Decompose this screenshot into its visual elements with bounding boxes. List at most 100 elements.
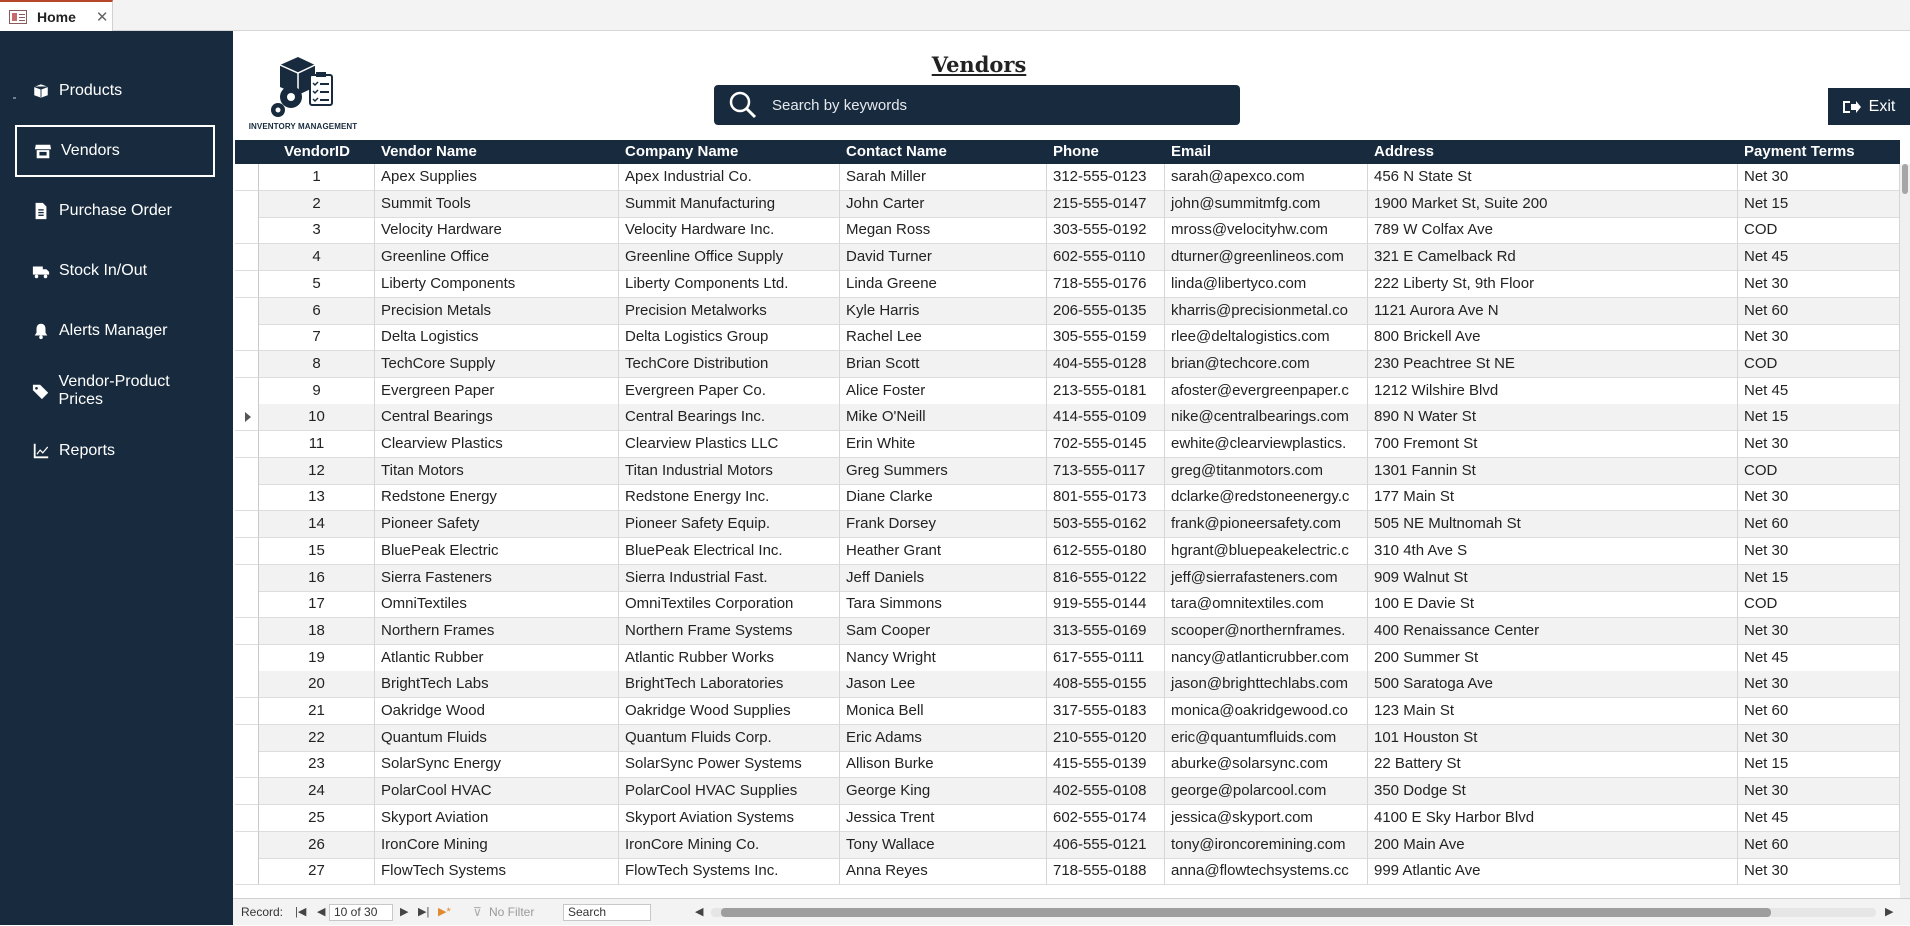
- cell-company-name[interactable]: Apex Industrial Co.: [619, 164, 840, 191]
- cell-email[interactable]: tony@ironcoremining.com: [1165, 831, 1368, 859]
- table-row[interactable]: 17 OmniTextiles OmniTextiles Corporation Ta…: [235, 591, 1900, 619]
- record-selector[interactable]: [235, 404, 259, 432]
- record-selector[interactable]: [235, 484, 259, 512]
- cell-contact-name[interactable]: Erin White: [840, 431, 1047, 458]
- cell-contact-name[interactable]: Mike O'Neill: [840, 404, 1047, 432]
- table-row[interactable]: 25 Skyport Aviation Skyport Aviation Syste…: [235, 804, 1900, 832]
- cell-email[interactable]: anna@flowtechsystems.cc: [1165, 858, 1368, 886]
- cell-vendor-id[interactable]: 4: [259, 244, 375, 272]
- cell-vendor-name[interactable]: FlowTech Systems: [375, 858, 619, 886]
- filter-icon[interactable]: ⊽: [473, 899, 482, 926]
- cell-vendor-id[interactable]: 3: [259, 217, 375, 245]
- cell-vendor-id[interactable]: 27: [259, 858, 375, 886]
- cell-email[interactable]: brian@techcore.com: [1165, 350, 1368, 378]
- cell-email[interactable]: jason@brighttechlabs.com: [1165, 671, 1368, 699]
- cell-company-name[interactable]: Liberty Components Ltd.: [619, 270, 840, 298]
- record-selector[interactable]: [235, 190, 259, 218]
- tab-home[interactable]: Home ✕: [0, 0, 113, 31]
- cell-contact-name[interactable]: Allison Burke: [840, 751, 1047, 779]
- cell-vendor-name[interactable]: Quantum Fluids: [375, 724, 619, 752]
- cell-address[interactable]: 1212 Wilshire Blvd: [1368, 377, 1738, 405]
- cell-contact-name[interactable]: Jason Lee: [840, 671, 1047, 699]
- cell-company-name[interactable]: Skyport Aviation Systems: [619, 804, 840, 832]
- cell-phone[interactable]: 702-555-0145: [1047, 431, 1165, 458]
- cell-vendor-id[interactable]: 21: [259, 698, 375, 725]
- column-header-company-name[interactable]: Company Name: [619, 140, 840, 164]
- cell-vendor-name[interactable]: Greenline Office: [375, 244, 619, 272]
- cell-address[interactable]: 101 Houston St: [1368, 724, 1738, 752]
- cell-address[interactable]: 456 N State St: [1368, 164, 1738, 191]
- cell-payment-terms[interactable]: Net 30: [1738, 671, 1900, 699]
- cell-contact-name[interactable]: George King: [840, 778, 1047, 806]
- cell-phone[interactable]: 503-555-0162: [1047, 511, 1165, 539]
- cell-contact-name[interactable]: Alice Foster: [840, 377, 1047, 405]
- cell-payment-terms[interactable]: COD: [1738, 217, 1900, 245]
- record-selector[interactable]: [235, 350, 259, 378]
- table-row[interactable]: 24 PolarCool HVAC PolarCool HVAC Supplies G…: [235, 778, 1900, 806]
- cell-company-name[interactable]: Redstone Energy Inc.: [619, 484, 840, 512]
- cell-email[interactable]: tara@omnitextiles.com: [1165, 591, 1368, 619]
- record-selector[interactable]: [235, 457, 259, 485]
- cell-contact-name[interactable]: Brian Scott: [840, 350, 1047, 378]
- cell-payment-terms[interactable]: Net 60: [1738, 297, 1900, 325]
- cell-vendor-id[interactable]: 8: [259, 350, 375, 378]
- cell-vendor-name[interactable]: Pioneer Safety: [375, 511, 619, 539]
- cell-payment-terms[interactable]: Net 15: [1738, 564, 1900, 592]
- exit-button[interactable]: Exit: [1828, 88, 1910, 125]
- cell-contact-name[interactable]: Jeff Daniels: [840, 564, 1047, 592]
- sidebar-item-stock-in-out[interactable]: Stock In/Out: [15, 245, 215, 297]
- cell-email[interactable]: scooper@northernframes.: [1165, 617, 1368, 645]
- cell-email[interactable]: ewhite@clearviewplastics.: [1165, 431, 1368, 458]
- cell-contact-name[interactable]: Sarah Miller: [840, 164, 1047, 191]
- cell-company-name[interactable]: Northern Frame Systems: [619, 617, 840, 645]
- cell-email[interactable]: jeff@sierrafasteners.com: [1165, 564, 1368, 592]
- record-selector[interactable]: [235, 831, 259, 859]
- cell-email[interactable]: john@summitmfg.com: [1165, 190, 1368, 218]
- first-record-icon[interactable]: |◀: [295, 899, 306, 926]
- cell-contact-name[interactable]: Monica Bell: [840, 698, 1047, 725]
- cell-vendor-id[interactable]: 22: [259, 724, 375, 752]
- cell-address[interactable]: 200 Summer St: [1368, 644, 1738, 672]
- cell-phone[interactable]: 206-555-0135: [1047, 297, 1165, 325]
- cell-email[interactable]: dturner@greenlineos.com: [1165, 244, 1368, 272]
- cell-payment-terms[interactable]: Net 45: [1738, 244, 1900, 272]
- table-row[interactable]: 18 Northern Frames Northern Frame Systems S…: [235, 617, 1900, 645]
- cell-phone[interactable]: 602-555-0174: [1047, 804, 1165, 832]
- scroll-right-icon[interactable]: ▶: [1885, 899, 1893, 926]
- cell-payment-terms[interactable]: COD: [1738, 350, 1900, 378]
- cell-company-name[interactable]: Pioneer Safety Equip.: [619, 511, 840, 539]
- cell-vendor-name[interactable]: Summit Tools: [375, 190, 619, 218]
- cell-address[interactable]: 1301 Fannin St: [1368, 457, 1738, 485]
- table-row[interactable]: 9 Evergreen Paper Evergreen Paper Co. Alice…: [235, 377, 1900, 405]
- cell-company-name[interactable]: Precision Metalworks: [619, 297, 840, 325]
- cell-address[interactable]: 4100 E Sky Harbor Blvd: [1368, 804, 1738, 832]
- cell-phone[interactable]: 415-555-0139: [1047, 751, 1165, 779]
- cell-vendor-name[interactable]: Liberty Components: [375, 270, 619, 298]
- cell-payment-terms[interactable]: Net 15: [1738, 190, 1900, 218]
- cell-email[interactable]: hgrant@bluepeakelectric.c: [1165, 537, 1368, 565]
- record-selector[interactable]: [235, 724, 259, 752]
- cell-email[interactable]: afoster@evergreenpaper.c: [1165, 377, 1368, 405]
- cell-payment-terms[interactable]: Net 30: [1738, 858, 1900, 886]
- vertical-scrollbar[interactable]: [1900, 164, 1910, 898]
- cell-payment-terms[interactable]: COD: [1738, 457, 1900, 485]
- cell-address[interactable]: 909 Walnut St: [1368, 564, 1738, 592]
- cell-vendor-id[interactable]: 12: [259, 457, 375, 485]
- cell-vendor-id[interactable]: 24: [259, 778, 375, 806]
- cell-vendor-name[interactable]: SolarSync Energy: [375, 751, 619, 779]
- cell-contact-name[interactable]: David Turner: [840, 244, 1047, 272]
- table-row[interactable]: 15 BluePeak Electric BluePeak Electrical I…: [235, 537, 1900, 565]
- table-row[interactable]: 8 TechCore Supply TechCore Distribution Bri…: [235, 350, 1900, 378]
- cell-vendor-name[interactable]: Redstone Energy: [375, 484, 619, 512]
- cell-address[interactable]: 800 Brickell Ave: [1368, 324, 1738, 352]
- column-header-email[interactable]: Email: [1165, 140, 1368, 164]
- column-header-vendor-name[interactable]: Vendor Name: [375, 140, 619, 164]
- cell-vendor-id[interactable]: 11: [259, 431, 375, 458]
- cell-vendor-id[interactable]: 25: [259, 804, 375, 832]
- record-selector[interactable]: [235, 511, 259, 539]
- cell-phone[interactable]: 406-555-0121: [1047, 831, 1165, 859]
- cell-phone[interactable]: 713-555-0117: [1047, 457, 1165, 485]
- cell-phone[interactable]: 617-555-0111: [1047, 644, 1165, 672]
- cell-company-name[interactable]: Central Bearings Inc.: [619, 404, 840, 432]
- record-selector[interactable]: [235, 858, 259, 886]
